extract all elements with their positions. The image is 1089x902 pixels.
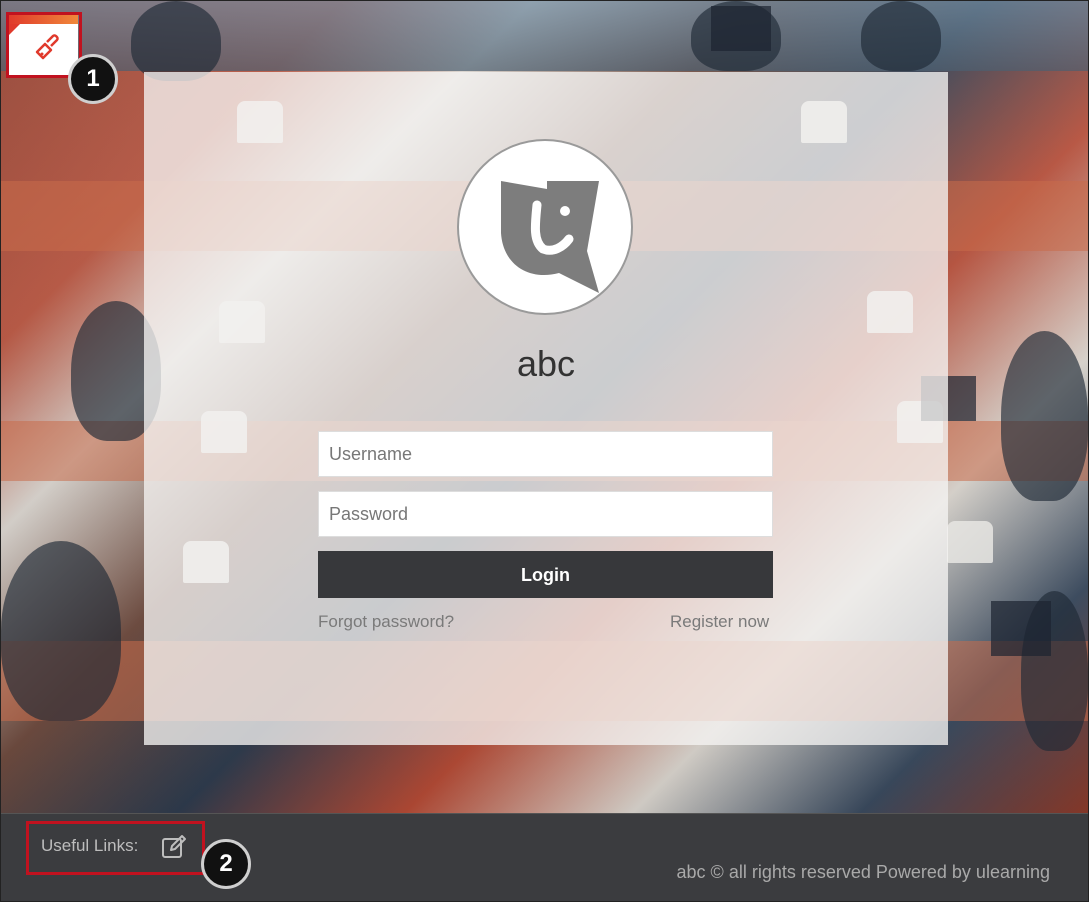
ulearning-logo: [457, 139, 633, 315]
callout-1: 1: [68, 54, 118, 104]
copyright-text: abc © all rights reserved Powered by ule…: [676, 862, 1050, 882]
password-input[interactable]: [318, 491, 773, 537]
login-button[interactable]: Login: [318, 551, 773, 598]
username-input[interactable]: [318, 431, 773, 477]
site-name: abc: [516, 343, 576, 384]
forgot-password-link[interactable]: Forgot password?: [318, 612, 454, 632]
page-frame: abc Login Forgot password? Register now …: [0, 0, 1089, 902]
register-link[interactable]: Register now: [670, 612, 769, 632]
highlight-box-useful-links: [26, 821, 205, 875]
callout-2: 2: [201, 839, 251, 889]
